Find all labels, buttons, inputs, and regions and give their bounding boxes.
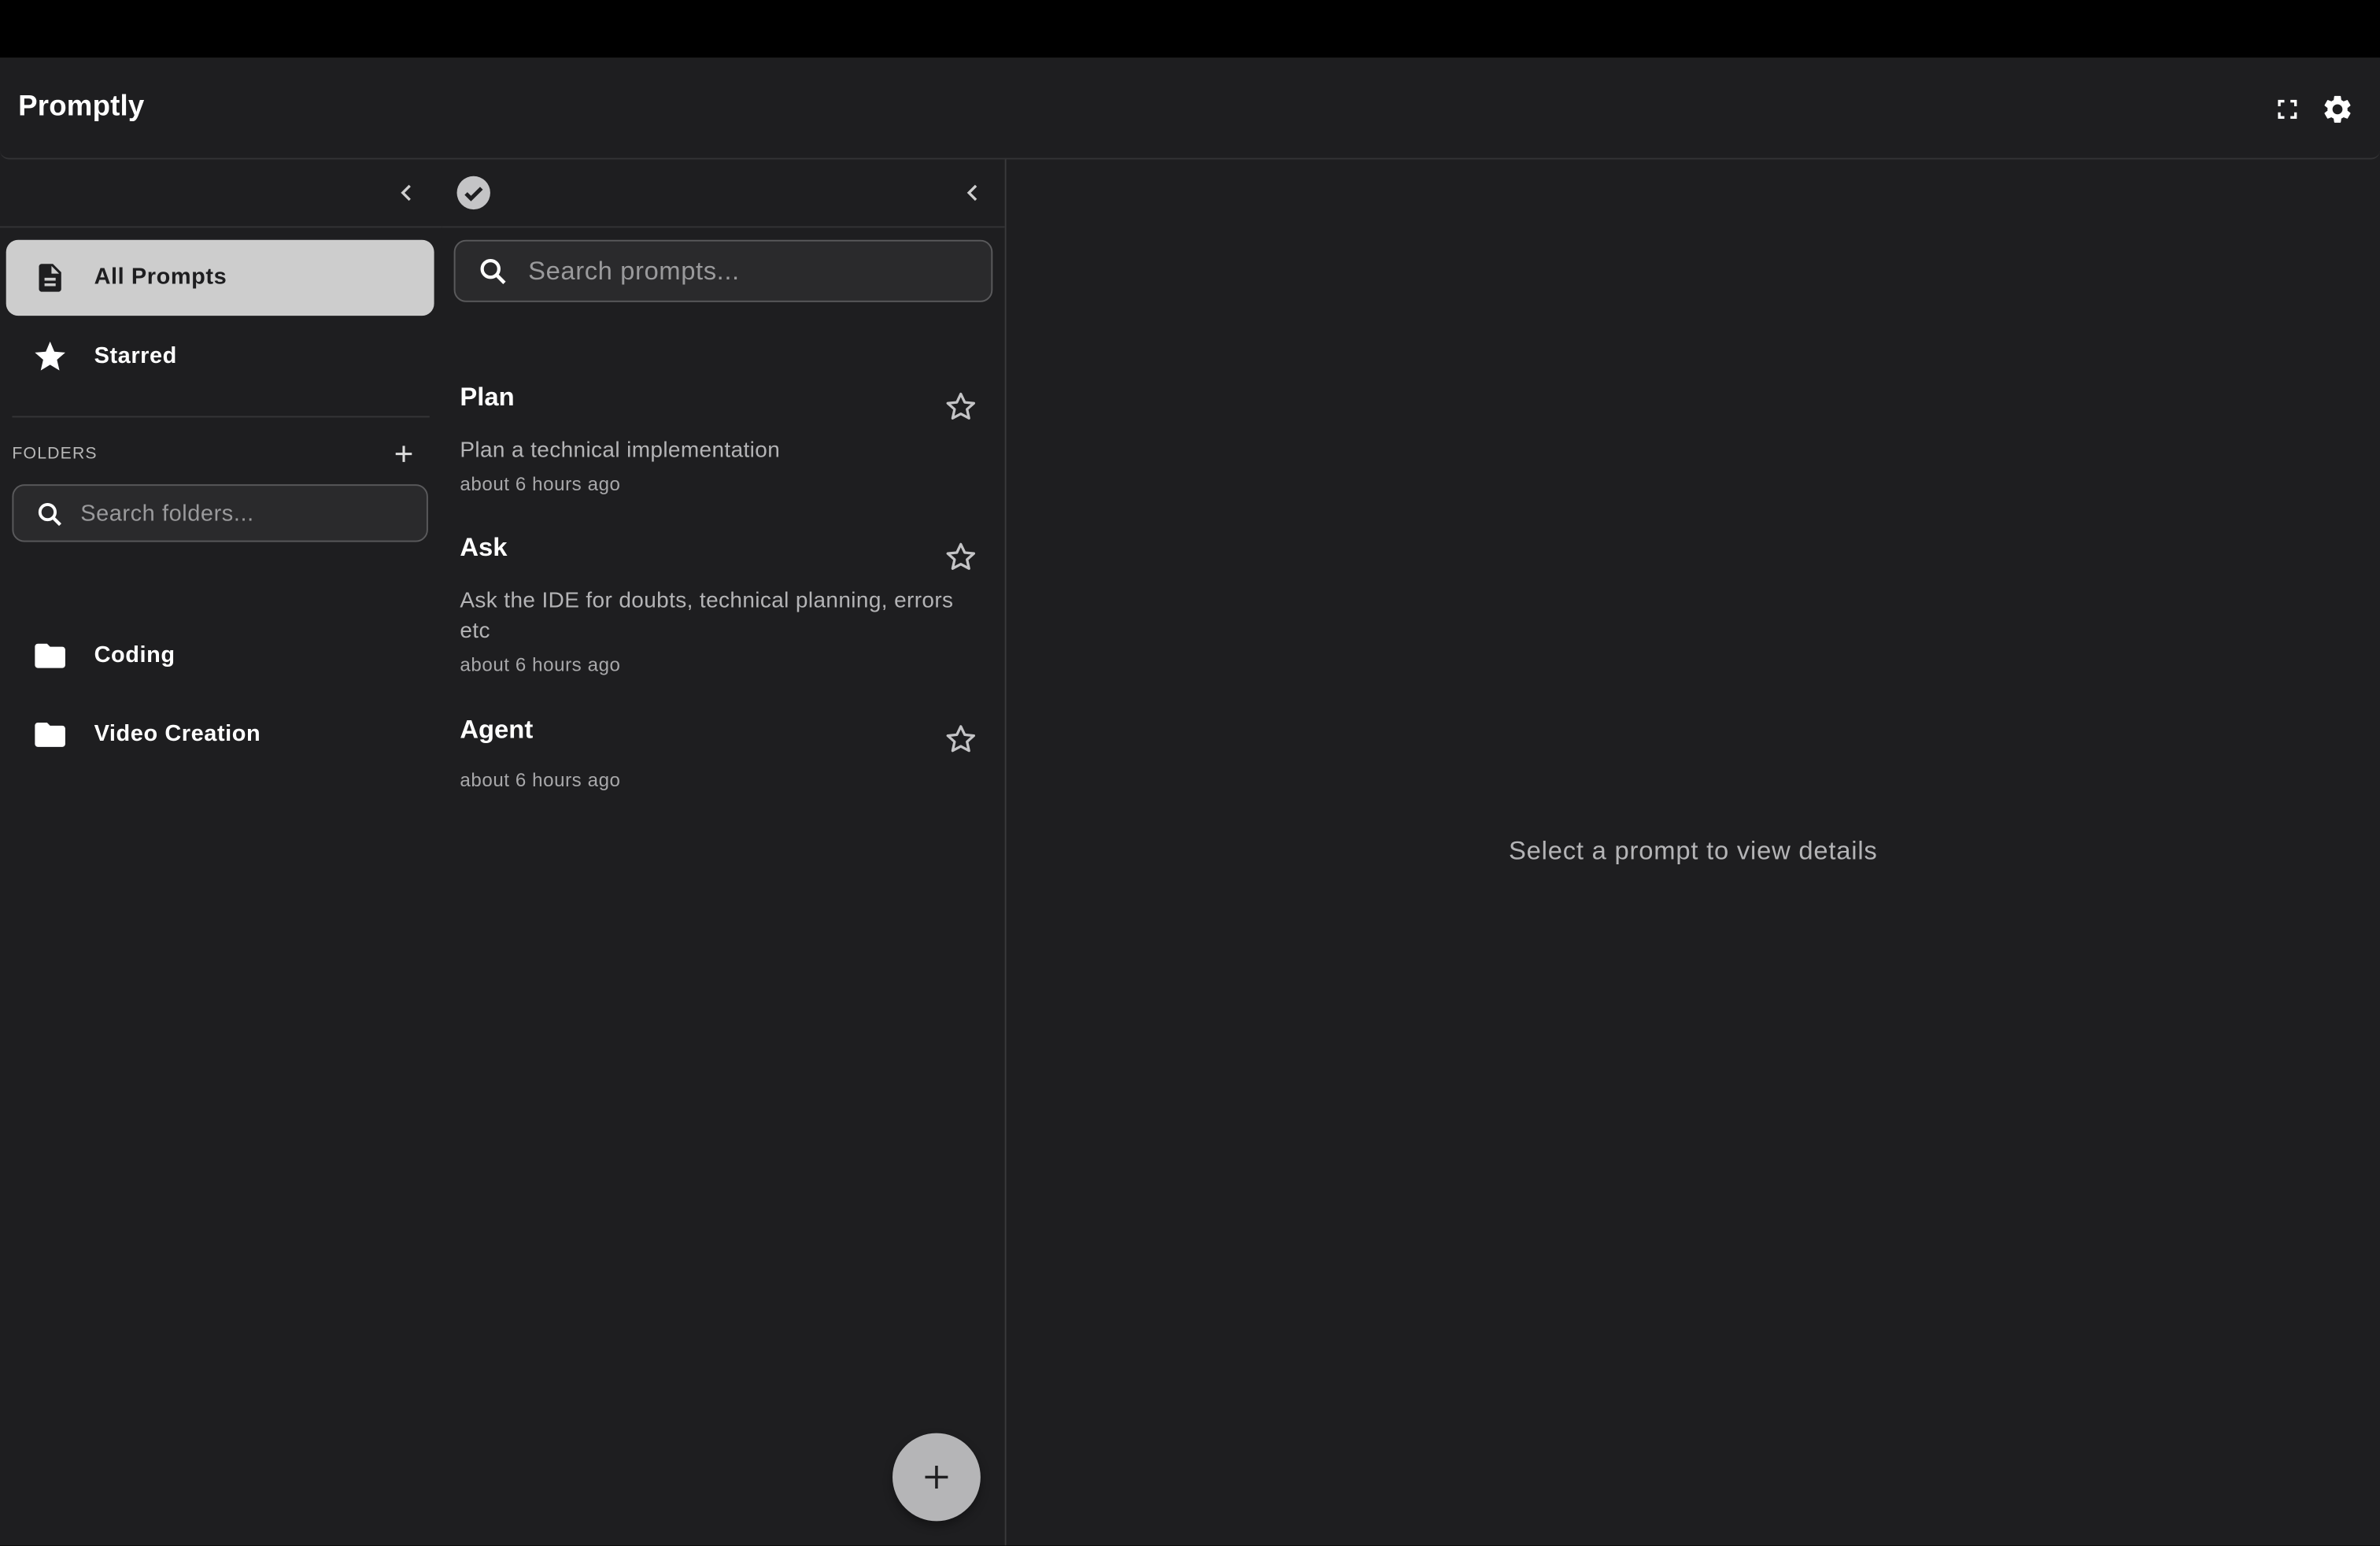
folder-search-input[interactable] [77,486,421,541]
folder-label: Video Creation [94,721,261,747]
prompt-timestamp: about 6 hours ago [460,473,621,495]
sidebar: All Prompts Starred FOLDERS Search folde… [0,159,442,1546]
sidebar-item-label: All Prompts [94,264,227,290]
folder-item-video-creation[interactable]: Video Creation [6,698,434,771]
system-top-bar [0,0,2380,58]
prompt-search-input[interactable] [525,241,981,301]
app-title: Promptly [18,91,145,124]
folder-icon [35,643,65,668]
settings-button[interactable] [2319,91,2356,128]
star-icon [31,338,68,375]
prompt-timestamp: about 6 hours ago [460,654,621,676]
folder-item-coding[interactable]: Coding [6,620,434,693]
prompt-description: Plan a technical implementation [460,438,781,464]
prompt-list-toolbar [442,159,1005,228]
prompt-item-plan[interactable]: Plan Plan a technical implementation abo… [442,383,1004,504]
prompt-search-box [453,239,993,302]
star-outline-icon[interactable] [943,721,979,757]
screen: Promptly All Prompts Starred FOLDERS Sea… [0,0,2380,1546]
chevron-left-icon [401,184,411,202]
sidebar-item-label: Starred [94,342,177,369]
app-header: Promptly [0,57,2380,160]
sidebar-item-starred[interactable]: Starred [6,319,434,394]
prompt-item-ask[interactable]: Ask Ask the IDE for doubts, technical pl… [442,533,1004,685]
star-outline-icon[interactable] [943,389,979,425]
prompt-description: Ask the IDE for doubts, technical planni… [460,589,954,644]
document-icon [31,260,68,296]
prompt-detail-panel: Select a prompt to view details [1006,159,2380,1546]
plus-icon [925,1466,948,1489]
folders-heading: FOLDERS [12,445,98,464]
collapse-list-button[interactable] [955,175,991,211]
prompt-title: Plan [460,382,515,412]
star-outline-icon[interactable] [943,539,979,575]
fullscreen-icon [2278,99,2297,119]
chevron-left-icon [966,184,978,202]
check-circle-icon[interactable] [456,175,492,211]
search-icon [480,258,506,284]
fullscreen-button[interactable] [2269,91,2305,128]
collapse-sidebar-button[interactable] [389,175,425,211]
folder-search-box [12,484,428,542]
prompt-timestamp: about 6 hours ago [460,769,621,791]
search-icon [38,502,61,527]
prompt-list-panel: Plan Plan a technical implementation abo… [442,159,1007,1546]
empty-state-message: Select a prompt to view details [1509,836,1878,866]
prompt-title: Ask [460,532,508,562]
plus-icon [395,446,412,462]
prompt-item-agent[interactable]: Agent about 6 hours ago [442,715,1004,806]
add-prompt-button[interactable] [892,1433,981,1522]
sidebar-item-all-prompts[interactable]: All Prompts [6,239,434,316]
sidebar-divider [12,416,430,418]
add-folder-button[interactable] [389,438,419,469]
folder-label: Coding [94,642,176,668]
sidebar-toolbar [0,159,442,228]
app-window: Promptly All Prompts Starred FOLDERS Sea… [0,57,2380,1546]
prompt-title: Agent [460,715,534,744]
folder-icon [35,722,65,747]
gear-icon [2324,95,2351,123]
